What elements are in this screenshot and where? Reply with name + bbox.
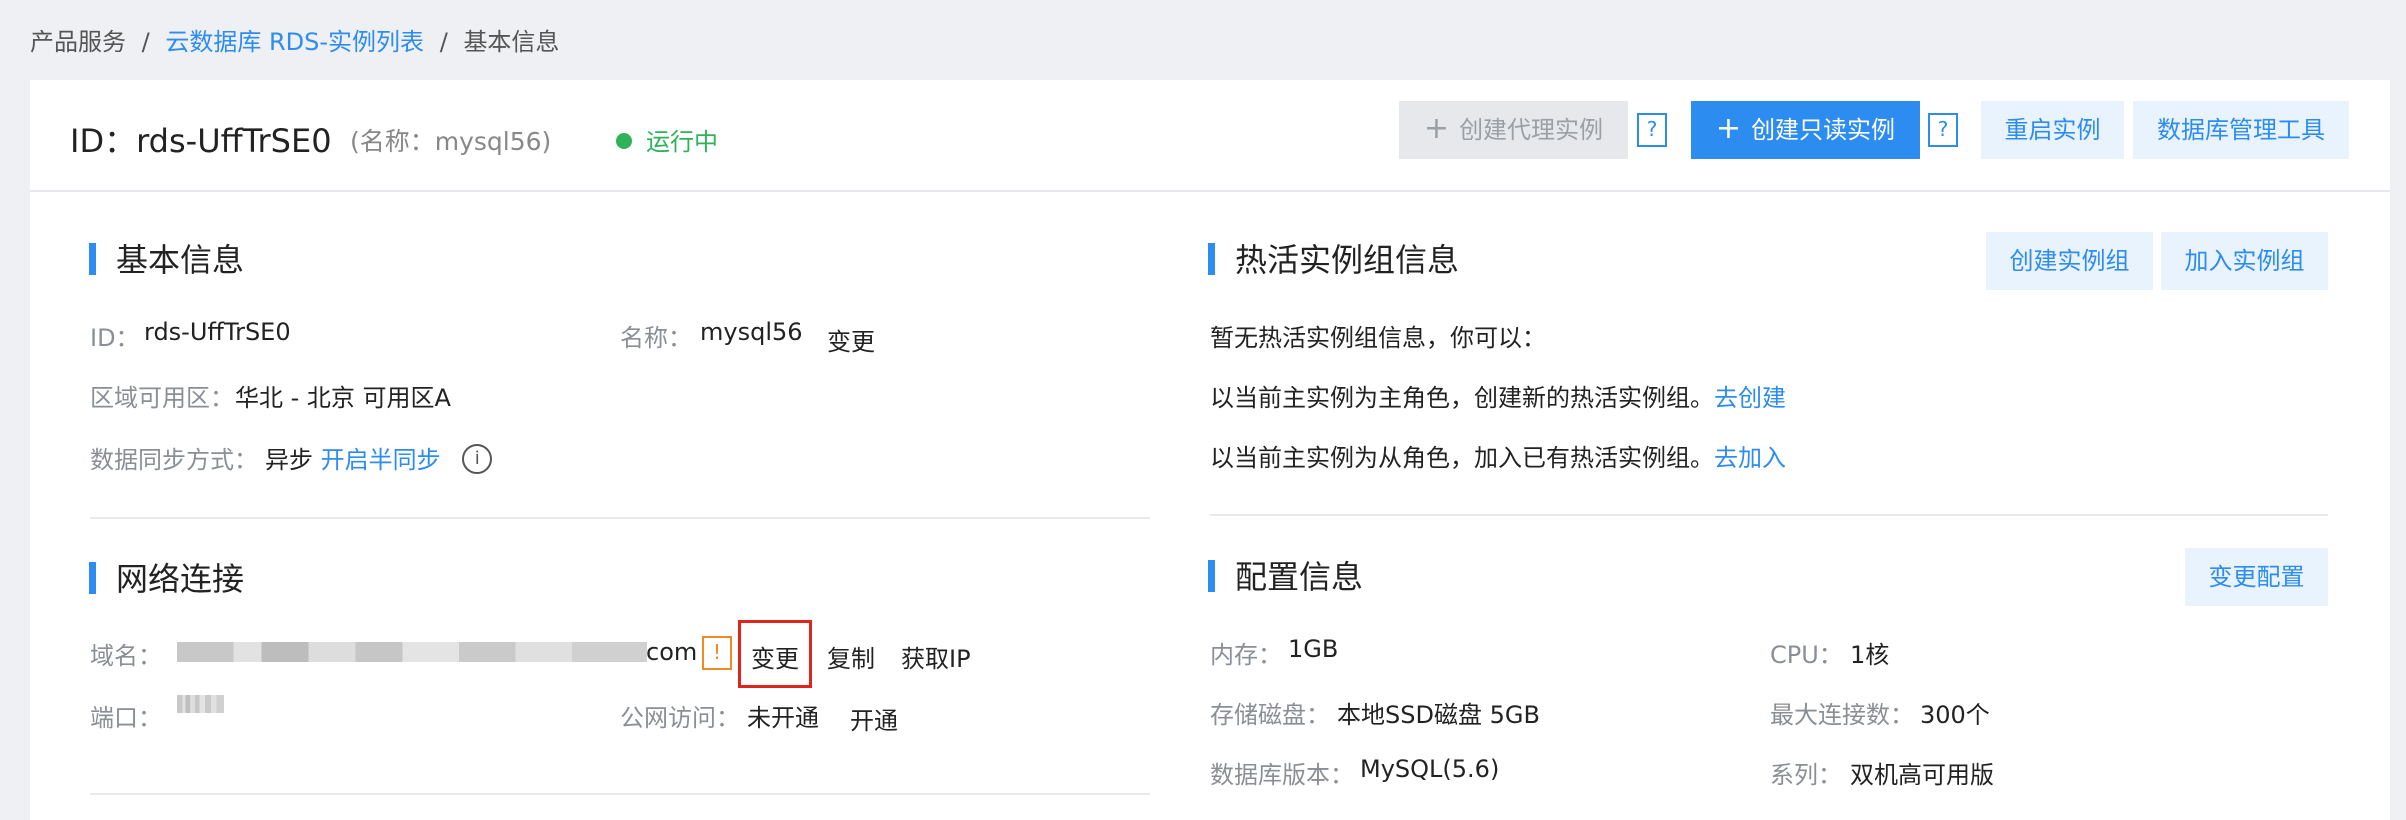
public-access-label: 公网访问： bbox=[620, 704, 740, 732]
db-management-tool-button[interactable]: 数据库管理工具 bbox=[2133, 101, 2349, 159]
public-access-value: 未开通 bbox=[747, 704, 819, 732]
status-dot-icon bbox=[616, 133, 632, 149]
memory-label: 内存： bbox=[1210, 641, 1282, 669]
section-bar bbox=[89, 243, 96, 275]
info-icon[interactable]: i bbox=[462, 444, 493, 474]
cpu-value: 1核 bbox=[1850, 641, 1890, 669]
instance-title: ID：rds-UffTrSE0 bbox=[70, 122, 332, 160]
masked-domain-value bbox=[177, 642, 647, 662]
create-proxy-help-icon[interactable]: ? bbox=[1637, 113, 1667, 147]
change-config-button[interactable]: 变更配置 bbox=[2185, 548, 2328, 606]
series-label: 系列： bbox=[1770, 761, 1842, 789]
enable-public-access-link[interactable]: 开通 bbox=[850, 701, 898, 736]
cpu-label: CPU： bbox=[1770, 641, 1843, 669]
id-value: rds-UffTrSE0 bbox=[144, 318, 291, 346]
plus-icon: + bbox=[1715, 111, 1742, 146]
get-ip-link[interactable]: 获取IP bbox=[901, 639, 971, 674]
basic-info-heading: 基本信息 bbox=[89, 235, 244, 281]
memory-value: 1GB bbox=[1288, 635, 1339, 663]
breadcrumb: 产品服务 / 云数据库 RDS-实例列表 / 基本信息 bbox=[30, 22, 567, 57]
hot-group-heading: 热活实例组信息 bbox=[1208, 235, 1459, 281]
section-bar bbox=[1208, 243, 1215, 275]
disk-label: 存储磁盘： bbox=[1210, 701, 1330, 729]
create-readonly-button[interactable]: + 创建只读实例 bbox=[1691, 101, 1920, 159]
config-heading: 配置信息 bbox=[1208, 552, 1363, 598]
hot-group-empty-text: 暂无热活实例组信息，你可以： bbox=[1210, 324, 1546, 352]
status-badge: 运行中 bbox=[616, 122, 718, 157]
zone-label: 区域可用区： bbox=[90, 384, 234, 412]
create-proxy-button[interactable]: + 创建代理实例 bbox=[1399, 101, 1628, 159]
instance-detail-card: ID：rds-UffTrSE0 (名称：mysql56) 运行中 + 创建代理实例… bbox=[30, 80, 2390, 820]
divider bbox=[90, 793, 1150, 795]
hot-group-join-line: 以当前主实例为从角色，加入已有热活实例组。去加入 bbox=[1210, 438, 1786, 473]
divider bbox=[1210, 514, 2328, 516]
enable-semi-sync-link[interactable]: 开启半同步 bbox=[321, 446, 441, 474]
name-value: mysql56 bbox=[700, 318, 803, 346]
go-create-link[interactable]: 去创建 bbox=[1714, 384, 1786, 412]
sync-mode-value: 异步 bbox=[265, 446, 313, 474]
zone-value: 华北 - 北京 可用区A bbox=[235, 384, 451, 412]
id-label: ID： bbox=[90, 324, 140, 352]
restart-instance-button[interactable]: 重启实例 bbox=[1981, 101, 2124, 159]
change-name-link[interactable]: 变更 bbox=[827, 322, 875, 357]
instance-name-subtitle: (名称：mysql56) bbox=[350, 127, 552, 156]
warning-icon[interactable]: ! bbox=[702, 636, 732, 670]
sync-mode: 异步 开启半同步 i bbox=[265, 440, 493, 476]
create-instance-group-button[interactable]: 创建实例组 bbox=[1986, 232, 2153, 290]
section-bar bbox=[89, 562, 96, 594]
series-value: 双机高可用版 bbox=[1850, 761, 1994, 789]
hot-group-join-text: 以当前主实例为从角色，加入已有热活实例组。 bbox=[1210, 444, 1714, 472]
breadcrumb-rds-list[interactable]: 云数据库 RDS-实例列表 bbox=[165, 28, 424, 56]
instance-header: ID：rds-UffTrSE0 (名称：mysql56) 运行中 + 创建代理实例… bbox=[30, 80, 2390, 192]
plus-icon: + bbox=[1423, 111, 1450, 146]
db-version-value: MySQL(5.6) bbox=[1360, 755, 1500, 783]
hot-group-create-line: 以当前主实例为主角色，创建新的热活实例组。去创建 bbox=[1210, 378, 1786, 413]
max-connections-label: 最大连接数： bbox=[1770, 701, 1914, 729]
breadcrumb-separator: / bbox=[439, 28, 448, 56]
create-readonly-help-icon[interactable]: ? bbox=[1928, 113, 1958, 147]
breadcrumb-separator: / bbox=[141, 28, 150, 56]
domain-suffix: com bbox=[646, 638, 698, 666]
network-heading: 网络连接 bbox=[89, 554, 244, 600]
db-version-label: 数据库版本： bbox=[1210, 761, 1354, 789]
copy-domain-link[interactable]: 复制 bbox=[827, 639, 875, 674]
section-bar bbox=[1208, 560, 1215, 592]
max-connections-value: 300个 bbox=[1920, 701, 1990, 729]
sync-mode-label: 数据同步方式： bbox=[90, 446, 258, 474]
port-label: 端口： bbox=[90, 704, 162, 732]
name-label: 名称： bbox=[620, 324, 692, 352]
divider bbox=[90, 517, 1150, 519]
join-instance-group-button[interactable]: 加入实例组 bbox=[2161, 232, 2328, 290]
create-readonly-label: 创建只读实例 bbox=[1751, 116, 1896, 144]
hot-group-create-text: 以当前主实例为主角色，创建新的热活实例组。 bbox=[1210, 384, 1714, 412]
masked-port-value bbox=[177, 695, 224, 713]
create-proxy-label: 创建代理实例 bbox=[1459, 116, 1604, 144]
breadcrumb-products[interactable]: 产品服务 bbox=[30, 28, 126, 56]
change-domain-link[interactable]: 变更 bbox=[751, 639, 799, 674]
go-join-link[interactable]: 去加入 bbox=[1714, 444, 1786, 472]
disk-value: 本地SSD磁盘 5GB bbox=[1337, 701, 1540, 729]
status-text: 运行中 bbox=[646, 128, 718, 156]
breadcrumb-current: 基本信息 bbox=[463, 28, 560, 56]
domain-label: 域名： bbox=[90, 642, 162, 670]
